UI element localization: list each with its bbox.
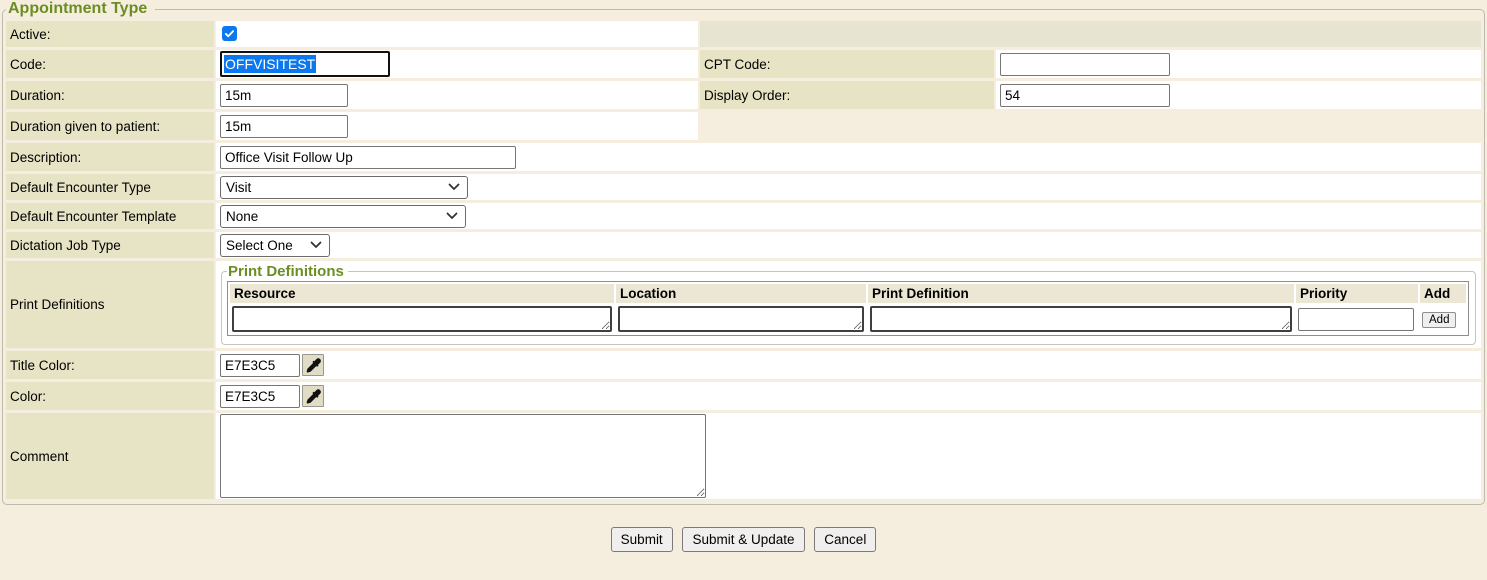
dictation-job-type-select[interactable]: Select One [220, 234, 330, 257]
color-label: Color: [6, 382, 214, 410]
add-button[interactable]: Add [1422, 312, 1456, 328]
row-dictation-job-type: Dictation Job Type Select One [6, 232, 1481, 258]
duration-label: Duration: [6, 81, 214, 109]
description-cell [216, 143, 1481, 171]
default-encounter-template-value: None [226, 209, 258, 224]
color-cell [216, 382, 1481, 410]
eyedropper-icon [306, 358, 321, 373]
duration-cell [216, 81, 698, 109]
add-column-header: Add [1420, 284, 1466, 303]
duration-given-to-patient-label: Duration given to patient: [6, 112, 214, 140]
code-cell: OFFVISITEST [216, 50, 698, 78]
dictation-job-type-cell: Select One [216, 232, 1481, 258]
title-color-cell [216, 351, 1481, 379]
cpt-code-input[interactable] [1000, 53, 1170, 76]
appointment-type-form: Active: Code: OFFVISITEST CPT Code: [4, 18, 1483, 502]
print-definitions-table: Resource Location Print Definition Prior… [227, 281, 1469, 336]
duration-input[interactable] [220, 84, 348, 107]
row-color: Color: [6, 382, 1481, 410]
row-default-encounter-template: Default Encounter Template None [6, 203, 1481, 229]
page-title: Appointment Type [6, 0, 155, 18]
description-label: Description: [6, 143, 214, 171]
comment-label: Comment [6, 413, 214, 499]
color-picker-button[interactable] [302, 385, 324, 407]
default-encounter-type-cell: Visit [216, 174, 1481, 200]
row-default-encounter-type: Default Encounter Type Visit [6, 174, 1481, 200]
form-action-buttons: Submit Submit & Update Cancel [0, 527, 1487, 552]
print-definition-cell [868, 305, 1294, 333]
location-column-header: Location [616, 284, 866, 303]
dictation-job-type-value: Select One [226, 238, 293, 253]
print-definitions-input-row: Add [230, 305, 1466, 333]
code-input-selected-text: OFFVISITEST [224, 55, 316, 73]
appointment-type-fieldset: Appointment Type Active: Code: OFFVISITE… [2, 0, 1485, 505]
chevron-down-icon [446, 212, 458, 220]
chevron-down-icon [448, 183, 460, 191]
title-color-label: Title Color: [6, 351, 214, 379]
appointment-type-page: Appointment Type Active: Code: OFFVISITE… [0, 0, 1487, 552]
active-cell [216, 21, 698, 47]
row-duration: Duration: Display Order: [6, 81, 1481, 109]
duration-given-to-patient-cell [216, 112, 698, 140]
location-cell [616, 305, 866, 333]
row-duration-given-to-patient: Duration given to patient: [6, 112, 1481, 140]
active-checkbox[interactable] [222, 26, 237, 41]
title-color-input[interactable] [220, 354, 300, 377]
active-label: Active: [6, 21, 214, 47]
default-encounter-template-cell: None [216, 203, 1481, 229]
default-encounter-type-select[interactable]: Visit [220, 176, 468, 199]
description-input[interactable] [220, 146, 516, 169]
comment-input[interactable] [220, 414, 706, 498]
row-description: Description: [6, 143, 1481, 171]
row-print-definitions: Print Definitions Print Definitions Reso… [6, 261, 1481, 348]
chevron-down-icon [310, 241, 322, 249]
empty-cell [700, 21, 1481, 47]
add-cell: Add [1420, 305, 1466, 333]
print-definition-column-header: Print Definition [868, 284, 1294, 303]
checkmark-icon [224, 28, 235, 39]
priority-input[interactable] [1298, 308, 1414, 331]
row-comment: Comment [6, 413, 1481, 499]
display-order-cell [996, 81, 1481, 109]
comment-cell [216, 413, 1481, 499]
empty-cell [700, 112, 1481, 140]
print-definitions-header-row: Resource Location Print Definition Prior… [230, 284, 1466, 303]
submit-button[interactable]: Submit [611, 527, 673, 552]
display-order-input[interactable] [1000, 84, 1170, 107]
cpt-code-label: CPT Code: [700, 50, 994, 78]
default-encounter-template-label: Default Encounter Template [6, 203, 214, 229]
color-input[interactable] [220, 385, 300, 408]
display-order-label: Display Order: [700, 81, 994, 109]
resource-cell [230, 305, 614, 333]
priority-cell [1296, 305, 1418, 333]
row-title-color: Title Color: [6, 351, 1481, 379]
dictation-job-type-label: Dictation Job Type [6, 232, 214, 258]
duration-given-to-patient-input[interactable] [220, 115, 348, 138]
print-definition-input[interactable] [870, 306, 1292, 332]
cancel-button[interactable]: Cancel [814, 527, 876, 552]
code-label: Code: [6, 50, 214, 78]
print-definitions-title: Print Definitions [227, 263, 348, 280]
code-input[interactable]: OFFVISITEST [220, 51, 390, 77]
print-definitions-label: Print Definitions [6, 261, 214, 348]
row-active: Active: [6, 21, 1481, 47]
print-definitions-cell: Print Definitions Resource Location Prin… [216, 261, 1481, 348]
resource-input[interactable] [232, 306, 612, 332]
title-color-picker-button[interactable] [302, 354, 324, 376]
default-encounter-type-value: Visit [226, 180, 251, 195]
row-code: Code: OFFVISITEST CPT Code: [6, 50, 1481, 78]
print-definitions-fieldset: Print Definitions Resource Location Prin… [221, 263, 1476, 345]
eyedropper-icon [306, 389, 321, 404]
cpt-code-cell [996, 50, 1481, 78]
location-input[interactable] [618, 306, 864, 332]
resource-column-header: Resource [230, 284, 614, 303]
submit-and-update-button[interactable]: Submit & Update [682, 527, 804, 552]
default-encounter-template-select[interactable]: None [220, 205, 466, 228]
default-encounter-type-label: Default Encounter Type [6, 174, 214, 200]
priority-column-header: Priority [1296, 284, 1418, 303]
